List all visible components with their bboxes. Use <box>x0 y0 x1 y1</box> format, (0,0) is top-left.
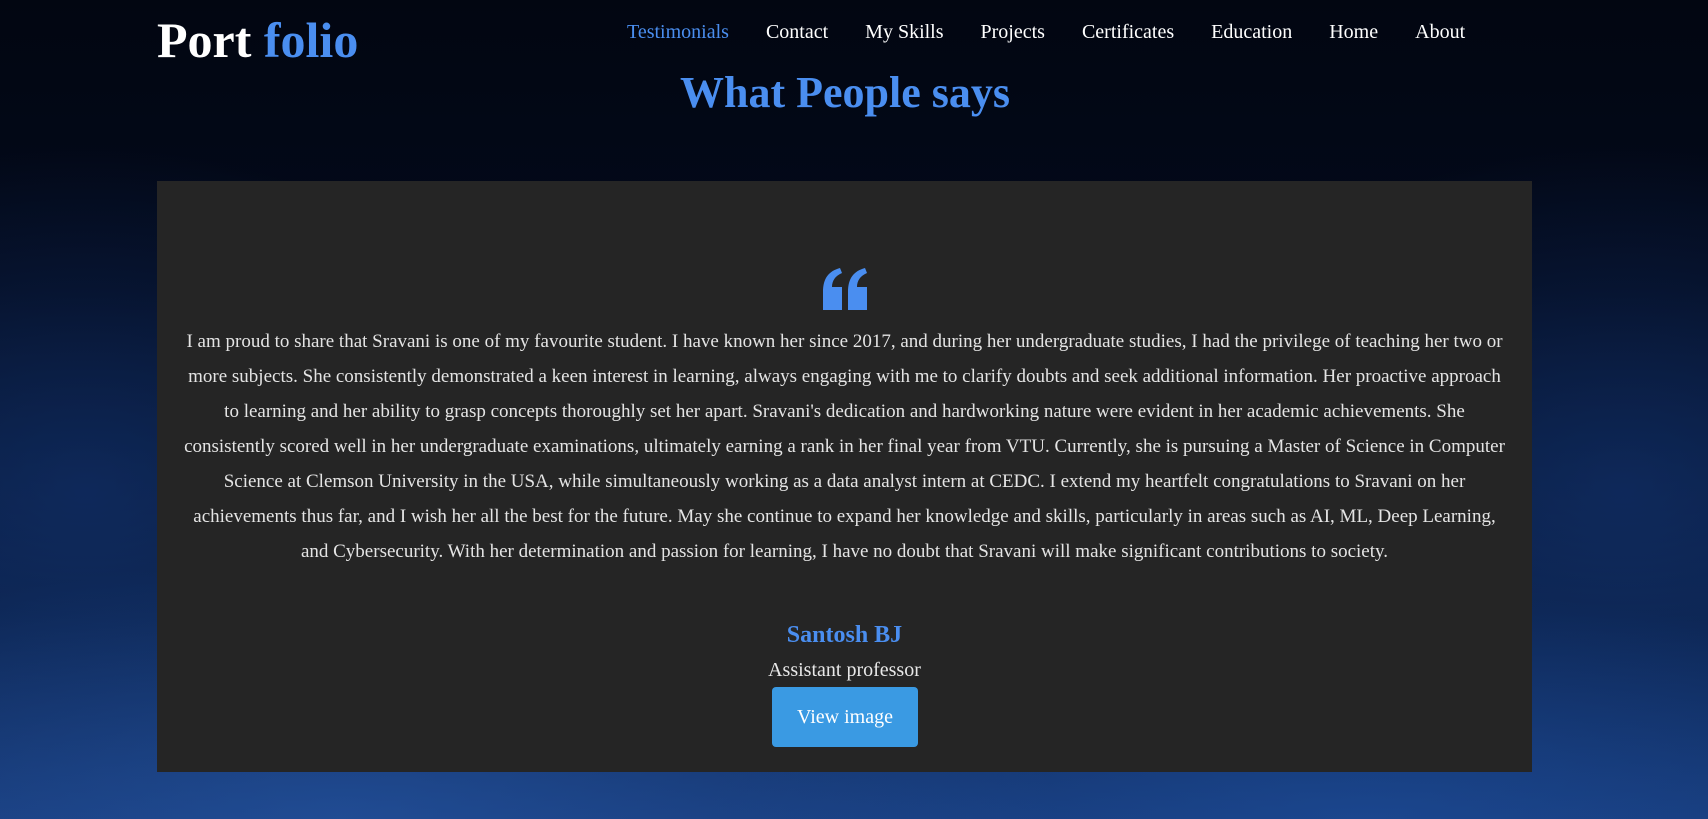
logo-part-folio: folio <box>263 12 359 68</box>
nav-item-education[interactable]: Education <box>1211 18 1292 46</box>
testimonial-card: I am proud to share that Sravani is one … <box>157 181 1532 772</box>
portfolio-page: Port folio Testimonials Contact My Skill… <box>0 0 1708 819</box>
nav-item-certificates[interactable]: Certificates <box>1082 18 1174 46</box>
nav-item-my-skills[interactable]: My Skills <box>865 18 943 46</box>
nav-item-projects[interactable]: Projects <box>981 18 1045 46</box>
logo-part-port: Port <box>157 12 252 68</box>
testimonial-text: I am proud to share that Sravani is one … <box>184 331 1505 562</box>
nav-item-home[interactable]: Home <box>1329 18 1378 46</box>
author-name: Santosh BJ <box>786 622 903 648</box>
quote-left-icon <box>823 268 867 310</box>
site-logo[interactable]: Port folio <box>157 10 358 70</box>
main-nav: Testimonials Contact My Skills Projects … <box>627 18 1502 46</box>
author-role: Assistant professor <box>768 659 921 681</box>
nav-item-about[interactable]: About <box>1415 18 1465 46</box>
nav-item-contact[interactable]: Contact <box>766 18 828 46</box>
section-title: What People says <box>680 68 1010 117</box>
nav-item-testimonials[interactable]: Testimonials <box>627 18 729 46</box>
view-image-button[interactable]: View image <box>772 687 918 747</box>
